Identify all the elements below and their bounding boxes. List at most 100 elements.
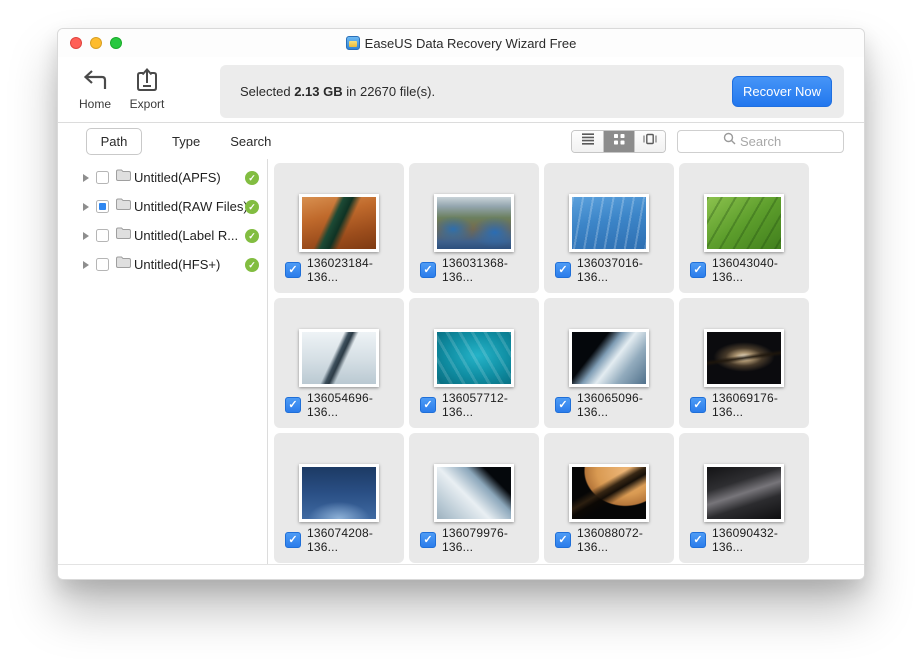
volume-label: Untitled(APFS)	[134, 170, 221, 185]
file-checkbox[interactable]	[555, 532, 571, 548]
status-ok-badge	[245, 229, 259, 243]
thumbnail-frame	[569, 464, 649, 522]
folder-icon	[115, 226, 132, 245]
volume-label: Untitled(HFS+)	[134, 257, 220, 272]
file-card[interactable]: 136074208-136...	[274, 433, 404, 563]
view-mode-switcher	[571, 130, 666, 153]
file-name: 136074208-136...	[307, 526, 404, 554]
thumbnail-image	[302, 467, 376, 519]
thumbnail-frame	[704, 464, 784, 522]
file-checkbox[interactable]	[690, 262, 706, 278]
status-ok-badge	[245, 258, 259, 272]
thumbnail-image	[572, 197, 646, 249]
toolbar: Home Export Selected 2.13 GB in 22670 fi…	[58, 57, 864, 123]
folder-icon	[115, 197, 132, 216]
folder-icon	[115, 255, 132, 274]
thumbnail-frame	[299, 329, 379, 387]
file-checkbox[interactable]	[420, 262, 436, 278]
minimize-button[interactable]	[90, 37, 102, 49]
file-card[interactable]: 136057712-136...	[409, 298, 539, 428]
main-area: Untitled(APFS) Untitled(RAW Files) Untit…	[58, 159, 864, 564]
file-checkbox[interactable]	[285, 262, 301, 278]
thumbnail-image	[437, 332, 511, 384]
export-share-icon	[132, 68, 162, 94]
thumbnail-frame	[299, 194, 379, 252]
home-button[interactable]: Home	[72, 57, 118, 122]
status-ok-badge	[245, 200, 259, 214]
disclosure-triangle-icon[interactable]	[83, 174, 89, 182]
thumbnail-image	[572, 467, 646, 519]
thumbnail-image	[302, 197, 376, 249]
file-card[interactable]: 136069176-136...	[679, 298, 809, 428]
selection-summary: Selected 2.13 GB in 22670 file(s).	[240, 84, 435, 99]
file-name: 136088072-136...	[577, 526, 674, 554]
list-view-button[interactable]	[572, 131, 603, 152]
thumbnail-image	[437, 467, 511, 519]
file-card[interactable]: 136079976-136...	[409, 433, 539, 563]
tree-item-apfs[interactable]: Untitled(APFS)	[58, 163, 267, 192]
file-card[interactable]: 136037016-136...	[544, 163, 674, 293]
file-name: 136037016-136...	[577, 256, 674, 284]
close-button[interactable]	[70, 37, 82, 49]
file-name: 136054696-136...	[307, 391, 404, 419]
grid-view-button[interactable]	[603, 131, 634, 152]
tab-path[interactable]: Path	[86, 128, 142, 155]
file-checkbox[interactable]	[420, 532, 436, 548]
volume-checkbox[interactable]	[96, 258, 109, 271]
thumbnail-frame	[704, 194, 784, 252]
file-grid: 136023184-136... 136031368-136... 136037…	[274, 163, 864, 563]
thumbnail-frame	[569, 194, 649, 252]
search-field[interactable]	[677, 130, 844, 153]
export-button[interactable]: Export	[124, 57, 170, 122]
file-card[interactable]: 136031368-136...	[409, 163, 539, 293]
window-title: EaseUS Data Recovery Wizard Free	[365, 36, 577, 51]
file-card[interactable]: 136054696-136...	[274, 298, 404, 428]
file-card[interactable]: 136090432-136...	[679, 433, 809, 563]
coverflow-view-button[interactable]	[634, 131, 665, 152]
file-name: 136069176-136...	[712, 391, 809, 419]
export-label: Export	[130, 97, 165, 111]
zoom-button[interactable]	[110, 37, 122, 49]
folder-icon	[115, 168, 132, 187]
file-name: 136090432-136...	[712, 526, 809, 554]
thumbnail-image	[707, 332, 781, 384]
file-name: 136065096-136...	[577, 391, 674, 419]
file-checkbox[interactable]	[555, 397, 571, 413]
file-card[interactable]: 136023184-136...	[274, 163, 404, 293]
file-name: 136079976-136...	[442, 526, 539, 554]
tree-item-label[interactable]: Untitled(Label R...	[58, 221, 267, 250]
thumbnail-image	[437, 197, 511, 249]
volume-label: Untitled(RAW Files)	[134, 199, 248, 214]
grid-view-icon	[611, 131, 627, 152]
tree-item-hfs[interactable]: Untitled(HFS+)	[58, 250, 267, 279]
thumbnail-frame	[569, 329, 649, 387]
volume-checkbox[interactable]	[96, 200, 109, 213]
volume-tree: Untitled(APFS) Untitled(RAW Files) Untit…	[58, 159, 268, 564]
file-checkbox[interactable]	[285, 532, 301, 548]
file-card[interactable]: 136065096-136...	[544, 298, 674, 428]
file-checkbox[interactable]	[555, 262, 571, 278]
file-name: 136031368-136...	[442, 256, 539, 284]
disclosure-triangle-icon[interactable]	[83, 261, 89, 269]
search-input[interactable]	[740, 134, 798, 149]
traffic-lights	[58, 37, 122, 49]
thumbnail-image	[707, 197, 781, 249]
file-checkbox[interactable]	[285, 397, 301, 413]
file-checkbox[interactable]	[420, 397, 436, 413]
file-checkbox[interactable]	[690, 532, 706, 548]
file-card[interactable]: 136088072-136...	[544, 433, 674, 563]
file-card[interactable]: 136043040-136...	[679, 163, 809, 293]
home-label: Home	[79, 97, 111, 111]
status-ok-badge	[245, 171, 259, 185]
recover-now-button[interactable]: Recover Now	[732, 76, 832, 107]
disclosure-triangle-icon[interactable]	[83, 232, 89, 240]
search-icon	[723, 132, 736, 150]
tab-type[interactable]: Type	[172, 134, 200, 149]
volume-checkbox[interactable]	[96, 171, 109, 184]
tree-item-raw-files[interactable]: Untitled(RAW Files)	[58, 192, 267, 221]
file-checkbox[interactable]	[690, 397, 706, 413]
tab-search[interactable]: Search	[230, 134, 271, 149]
disclosure-triangle-icon[interactable]	[83, 203, 89, 211]
volume-checkbox[interactable]	[96, 229, 109, 242]
coverflow-view-icon	[642, 131, 658, 152]
